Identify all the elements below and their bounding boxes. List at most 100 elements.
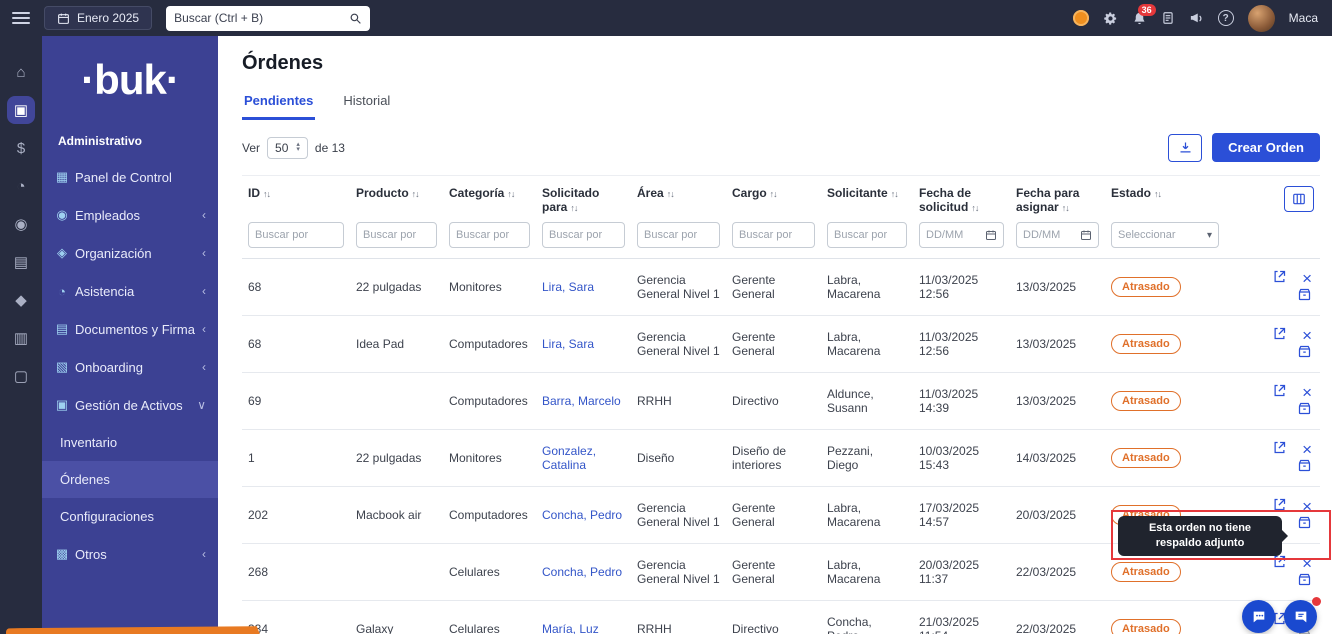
cancel-order-button[interactable]: × (1302, 498, 1312, 515)
module-icon[interactable]: $ (7, 134, 35, 162)
tab[interactable]: Pendientes (242, 91, 315, 120)
sort-icon[interactable]: ↑↓ (570, 203, 577, 213)
tasks-document-icon[interactable] (1161, 11, 1175, 25)
chat-notification-dot (1312, 597, 1321, 606)
sidebar-item-icon: ▦ (55, 169, 69, 185)
chat-fab-button[interactable] (1242, 600, 1275, 633)
cancel-order-button[interactable]: × (1302, 441, 1312, 458)
sort-icon[interactable]: ↑↓ (1154, 189, 1161, 199)
sort-icon[interactable]: ↑↓ (263, 189, 270, 199)
cell-id: 334 (242, 601, 350, 634)
module-icon[interactable]: ▤ (7, 248, 35, 276)
tab[interactable]: Historial (341, 91, 392, 120)
period-selector-button[interactable]: Enero 2025 (44, 6, 152, 30)
search-icon[interactable] (349, 12, 362, 25)
sort-icon[interactable]: ↑↓ (971, 203, 978, 213)
sort-icon[interactable]: ↑↓ (770, 189, 777, 199)
sidebar-subitem[interactable]: Órdenes (42, 461, 218, 498)
filter-id-input[interactable] (248, 222, 344, 248)
user-avatar[interactable] (1248, 5, 1275, 32)
download-button[interactable] (1168, 134, 1202, 162)
attachment-box-button[interactable] (1297, 344, 1312, 362)
sidebar-item[interactable]: ◔ Asistencia ‹ (42, 272, 218, 310)
filter-categoria-input[interactable] (449, 222, 530, 248)
cell-area: RRHH (631, 601, 726, 634)
assign-export-button[interactable] (1272, 326, 1287, 344)
sidebar-item[interactable]: ▧ Onboarding ‹ (42, 348, 218, 386)
filter-fecha-asignar-input[interactable]: DD/MM (1016, 222, 1099, 248)
chevron-icon: ‹ (202, 284, 206, 298)
sidebar-item[interactable]: ◉ Empleados ‹ (42, 196, 218, 234)
column-settings-button[interactable] (1284, 186, 1314, 212)
global-search-input[interactable] (174, 11, 343, 25)
notifications-bell-icon[interactable]: 36 (1132, 11, 1147, 26)
attachment-box-button[interactable] (1297, 458, 1312, 476)
sidebar-subitem[interactable]: Configuraciones (42, 498, 218, 535)
solicitado-link[interactable]: Lira, Sara (542, 280, 594, 294)
sort-icon[interactable]: ↑↓ (1062, 203, 1069, 213)
solicitado-link[interactable]: Concha, Pedro (542, 565, 622, 579)
settings-gear-icon[interactable] (1103, 11, 1118, 26)
cell-solicitante: Pezzani, Diego (821, 430, 913, 487)
filter-cargo-input[interactable] (732, 222, 815, 248)
filter-fecha-solicitud-input[interactable]: DD/MM (919, 222, 1004, 248)
close-icon: × (1302, 269, 1312, 288)
export-icon (1272, 440, 1287, 455)
sidebar-item-icon: ▩ (55, 546, 69, 562)
cell-solicitante: Labra, Macarena (821, 316, 913, 373)
coins-icon[interactable] (1073, 10, 1089, 26)
solicitado-link[interactable]: Lira, Sara (542, 337, 594, 351)
solicitado-link[interactable]: Gonzalez, Catalina (542, 444, 596, 472)
create-order-button[interactable]: Crear Orden (1212, 133, 1320, 162)
sidebar-item[interactable]: ◈ Organización ‹ (42, 234, 218, 272)
cell-cargo: Gerente General (726, 487, 821, 544)
cancel-order-button[interactable]: × (1302, 327, 1312, 344)
sort-icon[interactable]: ↑↓ (507, 189, 514, 199)
sort-icon[interactable]: ↑↓ (667, 189, 674, 199)
filter-producto-input[interactable] (356, 222, 437, 248)
filter-solicitado-input[interactable] (542, 222, 625, 248)
sidebar-item[interactable]: ▦ Panel de Control (42, 158, 218, 196)
attachment-box-button[interactable] (1297, 572, 1312, 590)
filter-solicitante-input[interactable] (827, 222, 907, 248)
help-icon[interactable]: ? (1218, 10, 1234, 26)
cancel-order-button[interactable]: × (1302, 555, 1312, 572)
sort-icon[interactable]: ↑↓ (412, 189, 419, 199)
announcements-megaphone-icon[interactable] (1189, 11, 1204, 26)
solicitado-link[interactable]: Barra, Marcelo (542, 394, 621, 408)
solicitado-link[interactable]: María, Luz (542, 622, 599, 634)
sidebar-item[interactable]: ▣ Gestión de Activos ∨ (42, 386, 218, 424)
sidebar-item[interactable]: ▩ Otros ‹ (42, 535, 218, 573)
module-icon[interactable]: ▢ (7, 362, 35, 390)
sidebar-subitem[interactable]: Inventario (42, 424, 218, 461)
assign-export-button[interactable] (1272, 554, 1287, 572)
cancel-order-button[interactable]: × (1302, 270, 1312, 287)
sidebar-item[interactable]: ▤ Documentos y Firma ‹ (42, 310, 218, 348)
module-icon[interactable]: ◆ (7, 286, 35, 314)
module-icon[interactable]: ◔ (7, 172, 35, 200)
attachment-box-button[interactable] (1297, 287, 1312, 305)
hamburger-menu-icon[interactable] (12, 12, 30, 24)
assign-export-button[interactable] (1272, 383, 1287, 401)
cancel-order-button[interactable]: × (1302, 384, 1312, 401)
cell-fecha-asignar: 13/03/2025 (1010, 316, 1105, 373)
module-icon[interactable]: ⌂ (7, 58, 35, 86)
page-size-select[interactable]: 50 ▴▾ (267, 137, 308, 159)
module-icon[interactable]: ◉ (7, 210, 35, 238)
filter-estado-select[interactable]: Seleccionar▾ (1111, 222, 1219, 248)
solicitado-link[interactable]: Concha, Pedro (542, 508, 622, 522)
assign-export-button[interactable] (1272, 269, 1287, 287)
attachment-box-button[interactable] (1297, 515, 1312, 533)
column-header: Categoría↑↓ (443, 176, 536, 221)
attachment-box-button[interactable] (1297, 401, 1312, 419)
cell-fecha-solicitud: 21/03/2025 11:54 (913, 601, 1010, 634)
module-icon[interactable]: ▣ (7, 96, 35, 124)
filter-area-input[interactable] (637, 222, 720, 248)
module-icon[interactable]: ▥ (7, 324, 35, 352)
sort-icon[interactable]: ↑↓ (891, 189, 898, 199)
sidebar-item-icon: ▧ (55, 359, 69, 375)
assign-export-button[interactable] (1272, 440, 1287, 458)
status-badge: Atrasado (1111, 448, 1181, 468)
support-chat-fab-button[interactable] (1284, 600, 1317, 633)
assign-export-button[interactable] (1272, 497, 1287, 515)
